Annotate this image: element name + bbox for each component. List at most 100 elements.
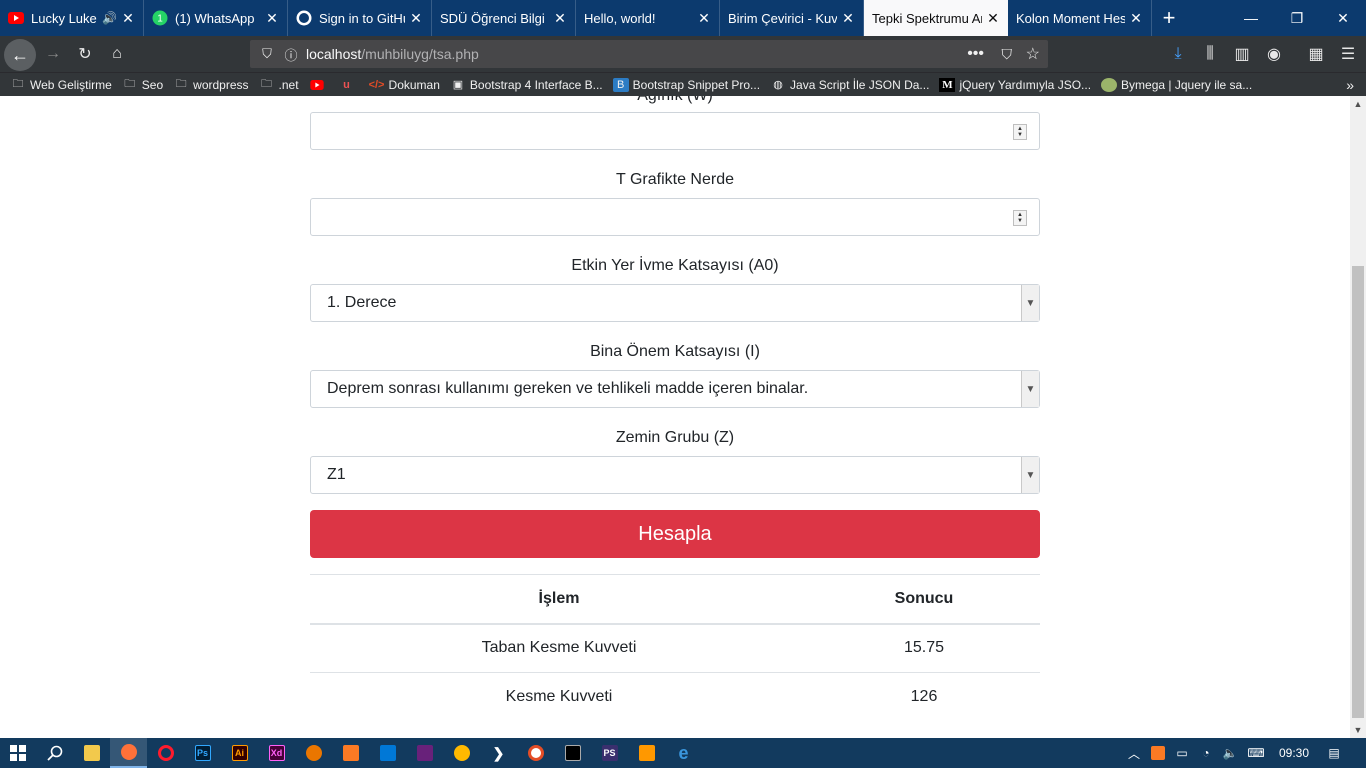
visual-studio-icon[interactable] xyxy=(406,738,443,768)
forward-button[interactable]: → xyxy=(38,39,68,69)
page-viewport: Ağırlık (W) ▲▼ T Grafikte Nerde ▲▼ Etkin… xyxy=(0,96,1350,738)
soil-group-label: Zemin Grubu (Z) xyxy=(615,429,735,446)
tab-label: Kolon Moment Hes xyxy=(1016,10,1125,26)
tray-overflow-icon[interactable]: ︿ xyxy=(1124,738,1144,768)
tab-label: SDÜ Öğrenci Bilgi S xyxy=(440,10,549,26)
page-actions-icon[interactable]: ••• xyxy=(967,45,984,63)
importance-select[interactable]: Deprem sonrası kullanımı gereken ve tehl… xyxy=(310,370,1040,408)
close-tab-icon[interactable]: ✕ xyxy=(986,10,1000,27)
sidebar-icon[interactable]: ▥ xyxy=(1227,39,1257,69)
edge-icon[interactable]: e xyxy=(665,738,702,768)
close-tab-icon[interactable]: ✕ xyxy=(121,10,135,27)
tab-whatsapp[interactable]: 1 (1) WhatsApp ✕ xyxy=(144,0,288,36)
scroll-down-icon[interactable]: ▼ xyxy=(1350,722,1366,738)
vscode-icon[interactable] xyxy=(369,738,406,768)
account-icon[interactable]: ◉ xyxy=(1259,39,1289,69)
powershell-icon[interactable]: ❯ xyxy=(480,738,517,768)
xampp-icon[interactable] xyxy=(332,738,369,768)
weight-input[interactable]: ▲ ▼ xyxy=(310,112,1040,150)
settings-gear-icon[interactable] xyxy=(443,738,480,768)
volume-icon[interactable]: 🔈 xyxy=(1220,738,1240,768)
bookmark-star-icon[interactable]: ☆ xyxy=(1026,44,1040,64)
url-bar[interactable]: ⛉ ⓘ localhost/muhbiluyg/tsa.php ••• ⛉ ☆ xyxy=(250,40,1048,68)
folder-icon: 🗀 xyxy=(124,78,136,90)
xampp-tray-icon[interactable] xyxy=(1148,738,1168,768)
t-label: T Grafikte Nerde xyxy=(616,171,734,188)
bookmarks-overflow-icon[interactable]: » xyxy=(1346,77,1354,93)
bookmark-web-gelistirme[interactable]: 🗀 Web Geliştirme xyxy=(10,78,112,92)
tab-label: (1) WhatsApp xyxy=(175,10,255,26)
tab-kolon[interactable]: Kolon Moment Hes ✕ xyxy=(1008,0,1152,36)
notifications-icon[interactable]: ▤ xyxy=(1322,738,1346,768)
powershell-ise-icon[interactable]: PS xyxy=(591,738,628,768)
adobe-xd-icon[interactable]: Xd xyxy=(258,738,295,768)
tab-hello[interactable]: Hello, world! ✕ xyxy=(576,0,720,36)
number-spinner[interactable]: ▲ ▼ xyxy=(1013,210,1027,226)
url-text[interactable]: localhost/muhbiluyg/tsa.php xyxy=(306,46,479,62)
scrollbar-thumb[interactable] xyxy=(1352,266,1364,718)
downloads-icon[interactable]: ⤓ xyxy=(1163,39,1193,69)
tab-github[interactable]: Sign in to GitHu ✕ xyxy=(288,0,432,36)
extensions-icon[interactable]: ▦ xyxy=(1301,39,1331,69)
minimize-button[interactable]: — xyxy=(1228,0,1274,36)
page-scrollbar[interactable]: ▲ ▼ xyxy=(1350,96,1366,738)
bookmark-jquery-json[interactable]: MjQuery Yardımıyla JSO... xyxy=(939,77,1091,92)
new-tab-button[interactable]: + xyxy=(1152,0,1186,36)
photoshop-icon[interactable]: Ps xyxy=(184,738,221,768)
shield-icon[interactable]: ⛉ xyxy=(258,46,276,62)
search-icon[interactable] xyxy=(36,738,73,768)
close-tab-icon[interactable]: ✕ xyxy=(553,10,567,27)
back-button[interactable]: ← xyxy=(4,39,36,71)
tab-sdu[interactable]: SDÜ Öğrenci Bilgi S ✕ xyxy=(432,0,576,36)
speaker-icon[interactable]: 🔊 xyxy=(102,11,117,25)
tab-tepki-active[interactable]: Tepki Spektrumu An ✕ xyxy=(864,0,1008,36)
close-tab-icon[interactable]: ✕ xyxy=(265,10,279,27)
bookmark-seo[interactable]: 🗀 Seo xyxy=(122,78,163,92)
restore-button[interactable]: ❐ xyxy=(1274,0,1320,36)
close-window-button[interactable]: ✕ xyxy=(1320,0,1366,36)
a0-select[interactable]: 1. Derece ▼ xyxy=(310,284,1040,322)
battery-icon[interactable]: ▭ xyxy=(1172,738,1192,768)
firefox-icon[interactable] xyxy=(110,738,147,768)
globe-icon: ◍ xyxy=(773,79,783,91)
bookmark-bootstrap-interface[interactable]: ▣ Bootstrap 4 Interface B... xyxy=(450,78,603,92)
bookmark-net[interactable]: 🗀 .net xyxy=(259,78,299,92)
keyboard-icon[interactable]: ⌨ xyxy=(1244,738,1268,768)
cmd-icon[interactable] xyxy=(554,738,591,768)
results-table: İşlem Sonucu Taban Kesme Kuvveti 15.75 K… xyxy=(310,574,1040,722)
library-icon[interactable]: ⫼ xyxy=(1195,39,1225,69)
pocket-icon[interactable]: ⛉ xyxy=(1002,46,1013,63)
soil-group-select[interactable]: Z1 ▼ xyxy=(310,456,1040,494)
menu-icon[interactable]: ☰ xyxy=(1333,39,1363,69)
bookmark-dokuman[interactable]: </> Dokuman xyxy=(369,78,440,92)
blender-icon[interactable] xyxy=(295,738,332,768)
tab-youtube[interactable]: Lucky Luke - 🔊 ✕ xyxy=(0,0,144,36)
bookmark-bymega[interactable]: Bymega | Jquery ile sa... xyxy=(1101,77,1252,92)
youtube-icon xyxy=(309,78,325,92)
sublime-icon[interactable] xyxy=(628,738,665,768)
wifi-icon[interactable]: ◔ xyxy=(1196,738,1216,768)
illustrator-icon[interactable]: Ai xyxy=(221,738,258,768)
browser-icon[interactable] xyxy=(517,738,554,768)
bookmark-bootstrap-snippet[interactable]: B Bootstrap Snippet Pro... xyxy=(612,77,760,92)
scroll-up-icon[interactable]: ▲ xyxy=(1350,96,1366,112)
bookmark-udemy[interactable]: u xyxy=(339,78,359,92)
bookmark-json[interactable]: ◍ Java Script İle JSON Da... xyxy=(770,78,929,92)
info-icon[interactable]: ⓘ xyxy=(282,45,300,64)
clock[interactable]: 09:30 xyxy=(1272,738,1316,768)
home-button[interactable]: ⌂ xyxy=(102,39,132,69)
t-input[interactable]: ▲ ▼ xyxy=(310,198,1040,236)
windows-start-icon[interactable] xyxy=(0,738,36,768)
bookmark-youtube[interactable] xyxy=(309,78,329,92)
file-explorer-icon[interactable] xyxy=(73,738,110,768)
calculate-button[interactable]: Hesapla xyxy=(310,510,1040,558)
opera-icon[interactable] xyxy=(147,738,184,768)
tab-birim[interactable]: Birim Çevirici - Kuv ✕ xyxy=(720,0,864,36)
close-tab-icon[interactable]: ✕ xyxy=(697,10,711,27)
reload-button[interactable]: ↻ xyxy=(70,39,100,69)
bookmark-wordpress[interactable]: 🗀 wordpress xyxy=(173,78,249,92)
close-tab-icon[interactable]: ✕ xyxy=(409,10,423,27)
close-tab-icon[interactable]: ✕ xyxy=(841,10,855,27)
close-tab-icon[interactable]: ✕ xyxy=(1129,10,1143,27)
number-spinner[interactable]: ▲ ▼ xyxy=(1013,124,1027,140)
